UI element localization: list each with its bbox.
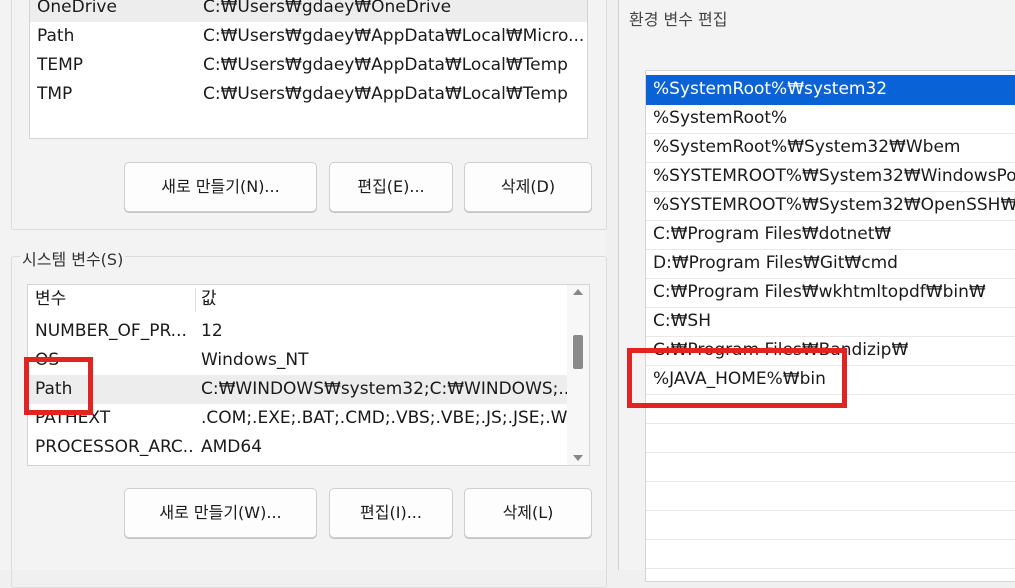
variable-value: C:₩Users₩gdaey₩OneDrive [203, 0, 452, 17]
list-item-empty[interactable] [646, 452, 1015, 482]
variable-name: PROCESSOR_ARC... [35, 437, 195, 457]
list-item[interactable]: %SystemRoot% [646, 104, 1015, 134]
user-new-button[interactable]: 새로 만들기(N)... [124, 162, 317, 212]
variable-value: C:₩Users₩gdaey₩AppData₩Local₩Temp [203, 84, 568, 104]
edit-environment-variable-dialog: 환경 변수 편집 %SystemRoot%₩system32 %SystemRo… [618, 0, 1015, 582]
table-row[interactable]: Path C:₩WINDOWS₩system32;C:₩WINDOWS;... [28, 375, 567, 404]
variable-value: C:₩WINDOWS₩system32;C:₩WINDOWS;... [201, 379, 567, 399]
list-item[interactable]: D:₩Program Files₩Git₩cmd [646, 249, 1015, 279]
system-delete-button[interactable]: 삭제(L) [464, 488, 592, 538]
highlight-box-path [24, 357, 93, 415]
table-row[interactable]: OS Windows_NT [28, 346, 567, 375]
system-variables-title: 시스템 변수(S) [20, 246, 126, 270]
system-new-button[interactable]: 새로 만들기(W)... [124, 488, 317, 538]
variable-value: Windows_NT [201, 350, 309, 370]
table-row[interactable]: TMP C:₩Users₩gdaey₩AppData₩Local₩Temp [30, 80, 587, 109]
system-list-scrollbar[interactable] [567, 285, 589, 465]
table-row[interactable]: PROCESSOR_ARC... AMD64 [28, 433, 567, 462]
user-delete-button[interactable]: 삭제(D) [464, 162, 592, 212]
column-separator[interactable] [195, 288, 196, 312]
list-item-empty[interactable] [646, 423, 1015, 453]
list-item[interactable]: %SYSTEMROOT%₩System32₩OpenSSH₩ [646, 191, 1015, 221]
variable-name: TEMP [37, 55, 84, 75]
table-row[interactable]: PATHEXT .COM;.EXE;.BAT;.CMD;.VBS;.VBE;.J… [28, 404, 567, 433]
variable-value: .COM;.EXE;.BAT;.CMD;.VBS;.VBE;.JS;.JSE;.… [201, 408, 567, 428]
variable-name: OneDrive [37, 0, 117, 17]
variable-value: AMD64 [201, 437, 263, 457]
variable-value: C:₩Users₩gdaey₩AppData₩Local₩Temp [203, 55, 568, 75]
variable-value: C:₩Users₩gdaey₩AppData₩Local₩Micro... [203, 26, 585, 46]
dialog-title: 환경 변수 편집 [629, 10, 728, 29]
path-entries-list[interactable]: %SystemRoot%₩system32 %SystemRoot% %Syst… [645, 70, 1015, 582]
user-edit-button[interactable]: 편집(E)... [329, 162, 453, 212]
table-row[interactable]: TEMP C:₩Users₩gdaey₩AppData₩Local₩Temp [30, 51, 587, 80]
list-item[interactable]: C:₩Program Files₩wkhtmltopdf₩bin₩ [646, 278, 1015, 308]
environment-variables-panel: OneDrive C:₩Users₩gdaey₩OneDrive Path C:… [0, 0, 607, 588]
system-edit-button[interactable]: 편집(I)... [329, 488, 453, 538]
variable-name: Path [37, 26, 75, 46]
header-variable[interactable]: 변수 [35, 285, 195, 314]
list-item[interactable]: %SystemRoot%₩system32 [646, 75, 1015, 105]
user-variables-list[interactable]: OneDrive C:₩Users₩gdaey₩OneDrive Path C:… [29, 0, 588, 139]
table-row[interactable]: Path C:₩Users₩gdaey₩AppData₩Local₩Micro.… [30, 22, 587, 51]
list-item-empty[interactable] [646, 510, 1015, 540]
system-variables-list[interactable]: 변수 값 NUMBER_OF_PR... 12 OS Windows_NT Pa… [27, 284, 590, 466]
variable-name: NUMBER_OF_PR... [35, 321, 187, 341]
highlight-box-java-home [627, 348, 847, 408]
scroll-up-icon[interactable] [573, 289, 583, 295]
list-item[interactable]: C:₩SH [646, 307, 1015, 337]
list-item-empty[interactable] [646, 481, 1015, 511]
list-item[interactable]: %SYSTEMROOT%₩System32₩WindowsPowe [646, 162, 1015, 192]
scroll-thumb[interactable] [573, 335, 583, 369]
table-row[interactable]: NUMBER_OF_PR... 12 [28, 317, 567, 346]
table-row[interactable]: OneDrive C:₩Users₩gdaey₩OneDrive [30, 0, 587, 22]
header-value[interactable]: 값 [201, 285, 217, 314]
variable-value: 12 [201, 321, 223, 341]
list-item[interactable]: %SystemRoot%₩System32₩Wbem [646, 133, 1015, 163]
list-header: 변수 값 [28, 285, 567, 314]
scroll-down-icon[interactable] [573, 455, 583, 461]
list-item-empty[interactable] [646, 539, 1015, 569]
variable-name: TMP [37, 84, 73, 104]
list-item[interactable]: C:₩Program Files₩dotnet₩ [646, 220, 1015, 250]
